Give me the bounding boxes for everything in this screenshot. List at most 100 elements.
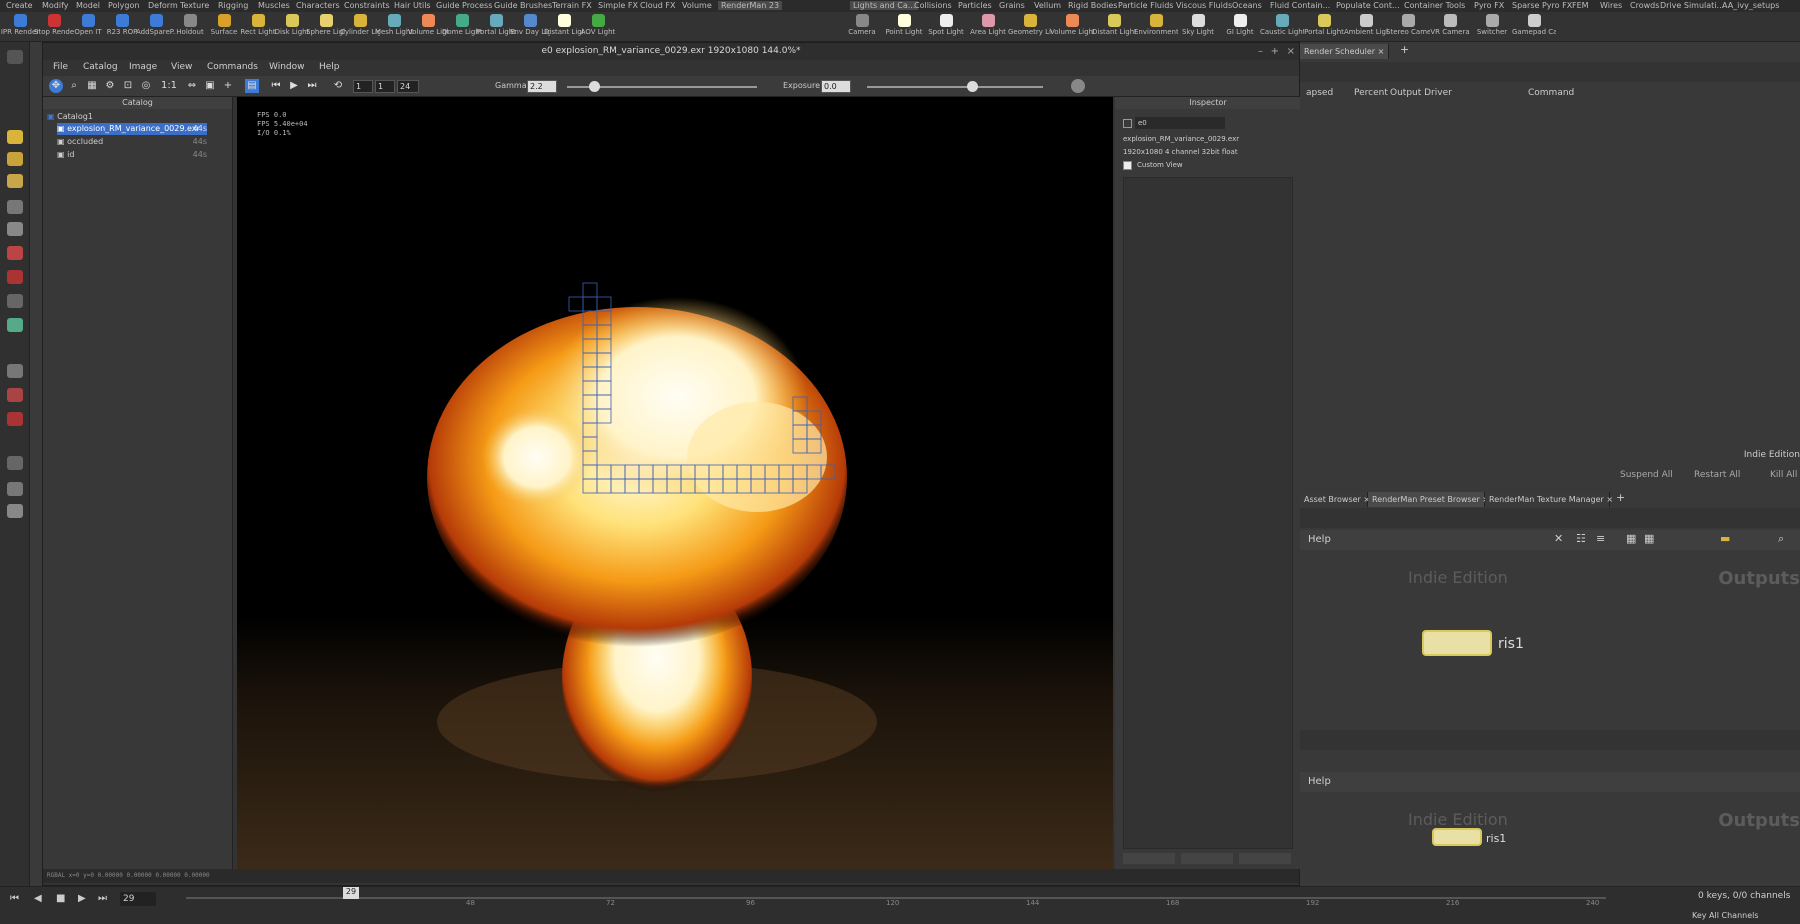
scene-view-tab-icon[interactable] [7,50,23,64]
help-menu[interactable]: Help [1308,534,1331,545]
add-tab-icon[interactable]: + [1616,491,1625,504]
menu-catalog[interactable]: Catalog [83,62,118,72]
lock-icon[interactable] [7,222,23,236]
play-icon[interactable]: ▶ [78,893,86,904]
menu-commands[interactable]: Commands [207,62,258,72]
tab-texture-manager[interactable]: RenderMan Texture Manager × [1485,492,1613,507]
shelf-tab-17[interactable]: RenderMan 23 [718,1,783,10]
tab-render-scheduler[interactable]: Render Scheduler × [1300,44,1390,59]
snapshot-icon[interactable]: ▦ [85,79,99,93]
shelf-tool-right-3[interactable]: Area Light [966,12,1010,36]
shelf-tool-right-5[interactable]: Volume Light [1050,12,1094,36]
inspector-name-field[interactable]: e0 [1135,117,1225,129]
folder-icon[interactable]: ▬ [1720,532,1730,545]
paint-icon[interactable] [7,294,23,308]
shelf-tab-19[interactable]: Collisions [914,1,952,10]
crosshair-icon[interactable]: + [221,79,235,93]
gamma-slider-knob[interactable] [589,81,600,92]
eyedropper-icon[interactable]: ◎ [139,79,153,93]
maximize-icon[interactable]: + [1271,43,1279,60]
exposure-slider-knob[interactable] [967,81,978,92]
shelf-tool-right-8[interactable]: Sky Light [1176,12,1220,36]
shelf-tool-right-1[interactable]: Point Light [882,12,926,36]
shelf-tool-right-2[interactable]: Spot Light [924,12,968,36]
shelf-tab-7[interactable]: Muscles [258,1,290,10]
shelf-tab-25[interactable]: Viscous Fluids [1176,1,1232,10]
key-all-channels-button[interactable]: Key All Channels [1692,911,1759,920]
shelf-tab-34[interactable]: Crowds [1630,1,1659,10]
kill-all-button[interactable]: Kill All [1770,470,1797,480]
light-icon[interactable] [7,482,23,496]
rotate-tool-icon[interactable] [7,174,23,188]
shelf-tab-13[interactable]: Terrain FX [552,1,592,10]
shelf-tab-35[interactable]: Drive Simulati... [1660,1,1724,10]
shelf-tab-14[interactable]: Simple FX [598,1,638,10]
shelf-tab-12[interactable]: Guide Brushes [494,1,552,10]
move-tool-icon[interactable] [7,152,23,166]
shelf-tool-right-15[interactable]: Switcher [1470,12,1514,36]
select-tool-icon[interactable] [7,130,23,144]
shelf-tool-right-4[interactable]: Geometry Light [1008,12,1052,36]
shelf-tab-1[interactable]: Modify [42,1,69,10]
wrench-icon[interactable]: ✕ [1554,532,1563,545]
menu-view[interactable]: View [171,62,192,72]
shelf-tool-right-11[interactable]: Portal Light [1302,12,1346,36]
grid-icon[interactable]: ▦ [1626,532,1636,545]
shelf-tool-right-16[interactable]: Gamepad Camera [1512,12,1556,36]
pose-icon[interactable] [7,270,23,284]
menu-window[interactable]: Window [269,62,305,72]
minimize-icon[interactable]: – [1258,43,1263,60]
stop-icon[interactable]: ■ [56,893,65,904]
crop-icon[interactable]: ⊡ [121,79,135,93]
search-icon[interactable]: ⌕ [1778,532,1784,546]
shelf-tool-right-10[interactable]: Caustic Light [1260,12,1304,36]
tree-icon[interactable]: ☷ [1576,532,1586,545]
snap-icon[interactable] [7,412,23,426]
menu-image[interactable]: Image [129,62,157,72]
shelf-tool-right-9[interactable]: GI Light [1218,12,1262,36]
shelf-tab-3[interactable]: Polygon [108,1,139,10]
shelf-tab-36[interactable]: AA_ivy_setups [1722,1,1779,10]
catalog-item-occluded[interactable]: ▣ occluded 44s [57,136,207,148]
image-icon[interactable]: ▣ [203,79,217,93]
sculpt-icon[interactable] [7,318,23,332]
list-icon[interactable]: ≡ [1596,532,1605,545]
color-picker-icon[interactable] [1071,79,1085,93]
gamma-field[interactable]: 2.2 [527,80,557,93]
render-region-icon[interactable]: ▤ [245,79,259,93]
menu-help[interactable]: Help [319,62,340,72]
image-viewport[interactable]: FPS 0.0 FPS 5.40e+04 I/O 0.1% [237,97,1113,869]
shelf-tab-10[interactable]: Hair Utils [394,1,431,10]
shelf-tab-11[interactable]: Guide Process [436,1,492,10]
ratio-button[interactable]: 1:1 [159,79,179,93]
shelf-tab-23[interactable]: Rigid Bodies [1068,1,1117,10]
shelf-tab-33[interactable]: Wires [1600,1,1622,10]
timeline-marker[interactable]: 29 [343,887,359,899]
shelf-tab-22[interactable]: Vellum [1034,1,1061,10]
shelf-tool-right-12[interactable]: Ambient Light [1344,12,1388,36]
play-icon[interactable]: ▶ [287,79,301,93]
ris1-node[interactable] [1422,630,1492,656]
settings-icon[interactable]: ⚙ [103,79,117,93]
shelf-tool-left-17[interactable]: AOV Light [578,12,618,36]
shelf-tool-right-7[interactable]: Environment Light [1134,12,1178,36]
view-icon[interactable] [7,364,23,378]
shelf-tool-right-0[interactable]: Camera [840,12,884,36]
inspector-button-3[interactable] [1239,853,1291,864]
shelf-tab-29[interactable]: Container Tools [1404,1,1465,10]
pan-icon[interactable]: ✥ [49,79,63,93]
shelf-tab-18[interactable]: Lights and Ca... [850,1,919,10]
first-frame-icon[interactable]: ⏮ [269,79,283,93]
shelf-tab-20[interactable]: Particles [958,1,992,10]
shelf-tab-6[interactable]: Rigging [218,1,248,10]
frame-end-field[interactable]: 24 [397,80,419,93]
step-back-icon[interactable]: ◀ [34,893,42,904]
shelf-tab-8[interactable]: Characters [296,1,340,10]
ris1-node-2[interactable] [1432,828,1482,846]
menu-file[interactable]: File [53,62,68,72]
loop-icon[interactable]: ⟲ [331,79,345,93]
frame-current-field[interactable]: 1 [375,80,395,93]
shelf-tab-24[interactable]: Particle Fluids [1118,1,1173,10]
render-icon[interactable] [7,504,23,518]
shelf-tab-15[interactable]: Cloud FX [640,1,675,10]
